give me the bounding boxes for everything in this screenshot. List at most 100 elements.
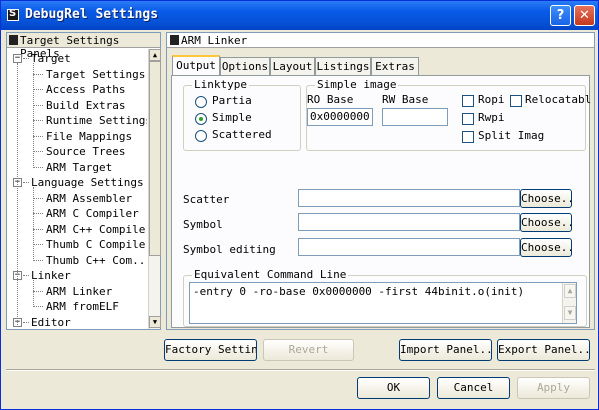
help-button[interactable]: ? (550, 5, 571, 26)
tree-view[interactable]: − Target Target Settings Access Paths Build … (7, 49, 147, 329)
tab-options[interactable]: Options (220, 57, 270, 76)
tree-label: Runtime Settings (46, 114, 147, 127)
rw-base-input[interactable] (382, 108, 448, 126)
tree-connector (23, 182, 29, 183)
command-line-group: Equivalent Command Line -entry 0 -ro-bas… (183, 268, 587, 327)
tree-label: Thumb C Compiler (46, 238, 147, 251)
factory-settings-button[interactable]: Factory Settings (164, 339, 257, 361)
tree-label: Source Trees (46, 145, 126, 158)
symbol-editing-input[interactable] (298, 238, 520, 256)
tree-connector (33, 120, 43, 121)
scroll-down-icon[interactable]: ▼ (149, 316, 161, 328)
ropi-label[interactable]: Ropi (478, 93, 505, 106)
tree-connector (33, 197, 43, 199)
radio-partial[interactable] (195, 96, 207, 108)
command-line-text[interactable]: -entry 0 -ro-base 0x0000000 -first 44bin… (189, 282, 577, 324)
tab-layout[interactable]: Layout (270, 57, 315, 76)
split-image-label[interactable]: Split Imag (478, 129, 544, 142)
tree-connector (33, 306, 43, 307)
tree-connector (33, 73, 43, 75)
revert-button[interactable]: Revert (263, 339, 354, 361)
tab-output[interactable]: Output (172, 55, 220, 77)
app-icon: S (7, 8, 19, 21)
tree-connector (23, 58, 29, 59)
tree-connector (33, 228, 43, 230)
symbol-choose-button[interactable]: Choose... (520, 213, 572, 232)
scatter-input[interactable] (298, 189, 520, 207)
simple-image-group: Simple image RO Base RW Base 0x0000000 R… (306, 78, 591, 151)
tree-label: Target (31, 52, 71, 65)
ro-base-label: RO Base (307, 93, 354, 106)
radio-scattered[interactable] (195, 130, 207, 142)
tree-connector (33, 104, 43, 106)
ropi-checkbox[interactable] (462, 95, 474, 107)
scatter-choose-button[interactable]: Choose... (520, 189, 572, 208)
linker-header-label: ARM Linker (181, 34, 248, 47)
ro-base-input[interactable]: 0x0000000 (307, 108, 373, 126)
tree-label: Target Settings (46, 67, 146, 81)
symbol-input[interactable] (298, 213, 520, 231)
tree-label: ARM C++ Compiler (46, 222, 147, 236)
radio-partial-label[interactable]: Partia (212, 94, 252, 107)
settings-panels-tree: Target Settings Panels − Target Target Set… (6, 32, 161, 330)
tree-connector (33, 187, 34, 261)
relocatable-label[interactable]: Relocatabl (525, 93, 591, 106)
tree-connector (33, 290, 43, 292)
scroll-down-icon[interactable]: ▼ (564, 306, 576, 320)
export-panel-button[interactable]: Export Panel... (497, 339, 590, 361)
cancel-button[interactable]: Cancel (437, 377, 510, 399)
tree-connector (17, 63, 18, 325)
tree-connector (33, 213, 43, 214)
simple-image-legend: Simple image (315, 78, 399, 91)
tree-label: Access Paths (46, 83, 126, 96)
radio-scattered-label[interactable]: Scattered (212, 128, 272, 141)
ok-button[interactable]: OK (357, 377, 430, 399)
panel-icon (9, 35, 18, 45)
split-image-checkbox[interactable] (462, 131, 474, 143)
linktype-legend: Linktype (192, 78, 249, 91)
command-line-legend: Equivalent Command Line (192, 268, 349, 281)
import-panel-button[interactable]: Import Panel... (399, 339, 492, 361)
apply-button[interactable]: Apply (517, 377, 590, 399)
scroll-thumb[interactable] (149, 61, 161, 256)
window-title: DebugRel Settings (25, 7, 159, 22)
rwpi-label[interactable]: Rwpi (478, 111, 505, 124)
tree-label: Thumb C++ Com... (46, 253, 147, 267)
command-line-scrollbar[interactable]: ▲ ▼ (562, 283, 576, 323)
tree-connector (33, 89, 43, 90)
symbol-editing-choose-button[interactable]: Choose... (520, 238, 572, 257)
linktype-group: Linktype Partia Simple Scattered (183, 78, 301, 151)
title-bar[interactable]: S DebugRel Settings ? ✕ (1, 1, 598, 30)
tree-label: ARM C Compiler (46, 207, 139, 220)
tree-connector (33, 63, 34, 168)
tree-label: ARM fromELF (46, 300, 119, 313)
tree-connector (33, 166, 43, 168)
tree-label: Build Extras (46, 98, 126, 112)
tree-label: Linker (31, 269, 71, 282)
settings-window: S DebugRel Settings ? ✕ Target Settings … (0, 0, 599, 410)
tree-label: ARM Target (46, 160, 113, 174)
radio-simple-label[interactable]: Simple (212, 111, 252, 124)
symbol-label: Symbol (183, 218, 223, 231)
tab-listings[interactable]: Listings (315, 57, 371, 76)
tree-connector (23, 321, 29, 323)
tab-extras[interactable]: Extras (371, 57, 419, 76)
command-line-value: -entry 0 -ro-base 0x0000000 -first 44bin… (193, 285, 525, 298)
tree-connector (23, 275, 29, 276)
collapse-toggle-icon[interactable]: − (13, 54, 22, 63)
tree-connector (33, 280, 34, 307)
linker-header: ARM Linker (167, 33, 594, 48)
symbol-editing-label: Symbol editing (183, 243, 276, 256)
close-button[interactable]: ✕ (574, 5, 595, 26)
panels-header: Target Settings Panels (7, 33, 160, 60)
relocatable-checkbox[interactable] (510, 95, 522, 107)
scroll-up-icon[interactable]: ▲ (149, 49, 161, 61)
radio-simple[interactable] (195, 113, 207, 125)
tree-label: ARM Assembler (46, 191, 133, 205)
panel-icon (170, 35, 179, 45)
scroll-up-icon[interactable]: ▲ (564, 284, 576, 298)
tree-scrollbar[interactable]: ▲ ▼ (148, 49, 161, 329)
rw-base-label: RW Base (382, 93, 429, 106)
tree-label: ARM Linker (46, 284, 113, 298)
rwpi-checkbox[interactable] (462, 113, 474, 125)
